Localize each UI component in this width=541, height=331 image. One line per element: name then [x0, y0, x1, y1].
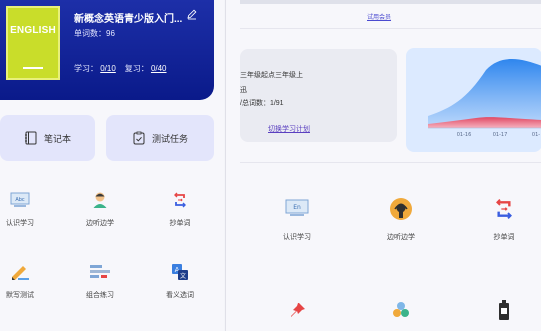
right-func-copy[interactable]: 抄单词: [469, 196, 539, 242]
word-count-value: 96: [106, 29, 115, 38]
switch-plan-link[interactable]: 切换学习计划: [268, 124, 310, 134]
listener-icon: [89, 190, 111, 210]
trial-member-link[interactable]: 试用会员: [367, 12, 391, 21]
pen-write-icon: [9, 262, 31, 282]
left-func-meaning[interactable]: A文 看义选词: [150, 262, 210, 300]
chart-tick: 01-16: [457, 132, 472, 138]
right-func-label: 认识学习: [283, 234, 311, 241]
notebook-icon: [24, 131, 37, 145]
chart-tick: 01-: [532, 132, 540, 138]
left-func-label: 默写测试: [6, 292, 34, 299]
review-label: 复习：: [124, 64, 149, 73]
svg-text:文: 文: [180, 272, 186, 280]
abc-card-icon: Abc: [9, 190, 31, 210]
progress-row: 学习： 0/10 复习： 0/40: [74, 63, 167, 74]
pushpin-icon[interactable]: [289, 301, 307, 324]
translate-icon: A文: [169, 262, 191, 282]
en-board-icon: En: [284, 196, 310, 222]
bottle-icon[interactable]: [496, 299, 512, 326]
notebook-button[interactable]: 笔记本: [0, 115, 95, 161]
plan-info-card: 三年级起点三年级上 迅 /总词数：1/91 切换学习计划: [240, 49, 397, 142]
cover-title: ENGLISH: [10, 25, 56, 36]
chart-tick: 01-17: [493, 132, 508, 138]
left-func-copy[interactable]: 抄单词: [150, 190, 210, 228]
notebook-label: 笔记本: [43, 133, 71, 144]
chart-svg: 01-16 01-17 01-: [428, 59, 541, 138]
plan-mode: 迅: [240, 87, 247, 94]
test-task-label: 测试任务: [151, 133, 188, 144]
book-cover: ENGLISH: [6, 6, 60, 80]
right-panel: 试用会员 三年级起点三年级上 迅 /总词数：1/91 切换学习计划 01-16: [225, 0, 541, 331]
left-func-recognize[interactable]: Abc 认识学习: [0, 190, 50, 228]
divider: [240, 28, 541, 29]
blocks-icon: [89, 262, 111, 282]
test-task-button[interactable]: 测试任务: [106, 115, 214, 161]
learn-value[interactable]: 0/10: [100, 64, 116, 73]
headphone-icon: [388, 196, 414, 222]
clipboard-check-icon: [133, 131, 145, 145]
right-func-label: 边听边学: [387, 234, 415, 241]
left-func-label: 抄单词: [169, 220, 191, 227]
edit-icon[interactable]: [186, 8, 198, 20]
left-func-label: 边听边学: [86, 220, 114, 227]
left-func-label: 认识学习: [6, 220, 34, 227]
svg-text:Abc: Abc: [15, 197, 25, 203]
left-func-label: 看义选词: [166, 292, 194, 299]
molecule-icon[interactable]: [391, 300, 411, 325]
swap-icon: [491, 196, 517, 222]
swap-icon: [169, 190, 191, 210]
right-func-listen[interactable]: 边听边学: [366, 196, 436, 242]
left-func-label: 组合练习: [86, 292, 114, 299]
review-value[interactable]: 0/40: [151, 64, 167, 73]
right-func-label: 抄单词: [493, 234, 515, 241]
plan-grade: 三年级起点三年级上: [240, 72, 303, 79]
learn-label: 学习：: [74, 64, 98, 73]
word-count: 单词数：96: [74, 28, 115, 39]
book-card[interactable]: ENGLISH 新概念英语青少版入门... 单词数：96 学习： 0/10 复习…: [0, 0, 214, 100]
cover-bar: [23, 67, 43, 69]
book-title: 新概念英语青少版入门...: [74, 14, 183, 25]
left-func-listen[interactable]: 边听边学: [70, 190, 130, 228]
right-func-recognize[interactable]: En 认识学习: [262, 196, 332, 242]
divider: [240, 162, 541, 163]
top-strip: [240, 0, 541, 4]
left-func-dictation[interactable]: 默写测试: [0, 262, 50, 300]
left-func-combine[interactable]: 组合练习: [70, 262, 130, 300]
svg-text:En: En: [293, 204, 301, 211]
plan-word-total: /总词数：1/91: [240, 100, 284, 107]
word-count-label: 单词数：: [74, 29, 106, 38]
left-panel: ENGLISH 新概念英语青少版入门... 单词数：96 学习： 0/10 复习…: [0, 0, 224, 331]
study-chart: 01-16 01-17 01-: [406, 48, 541, 152]
